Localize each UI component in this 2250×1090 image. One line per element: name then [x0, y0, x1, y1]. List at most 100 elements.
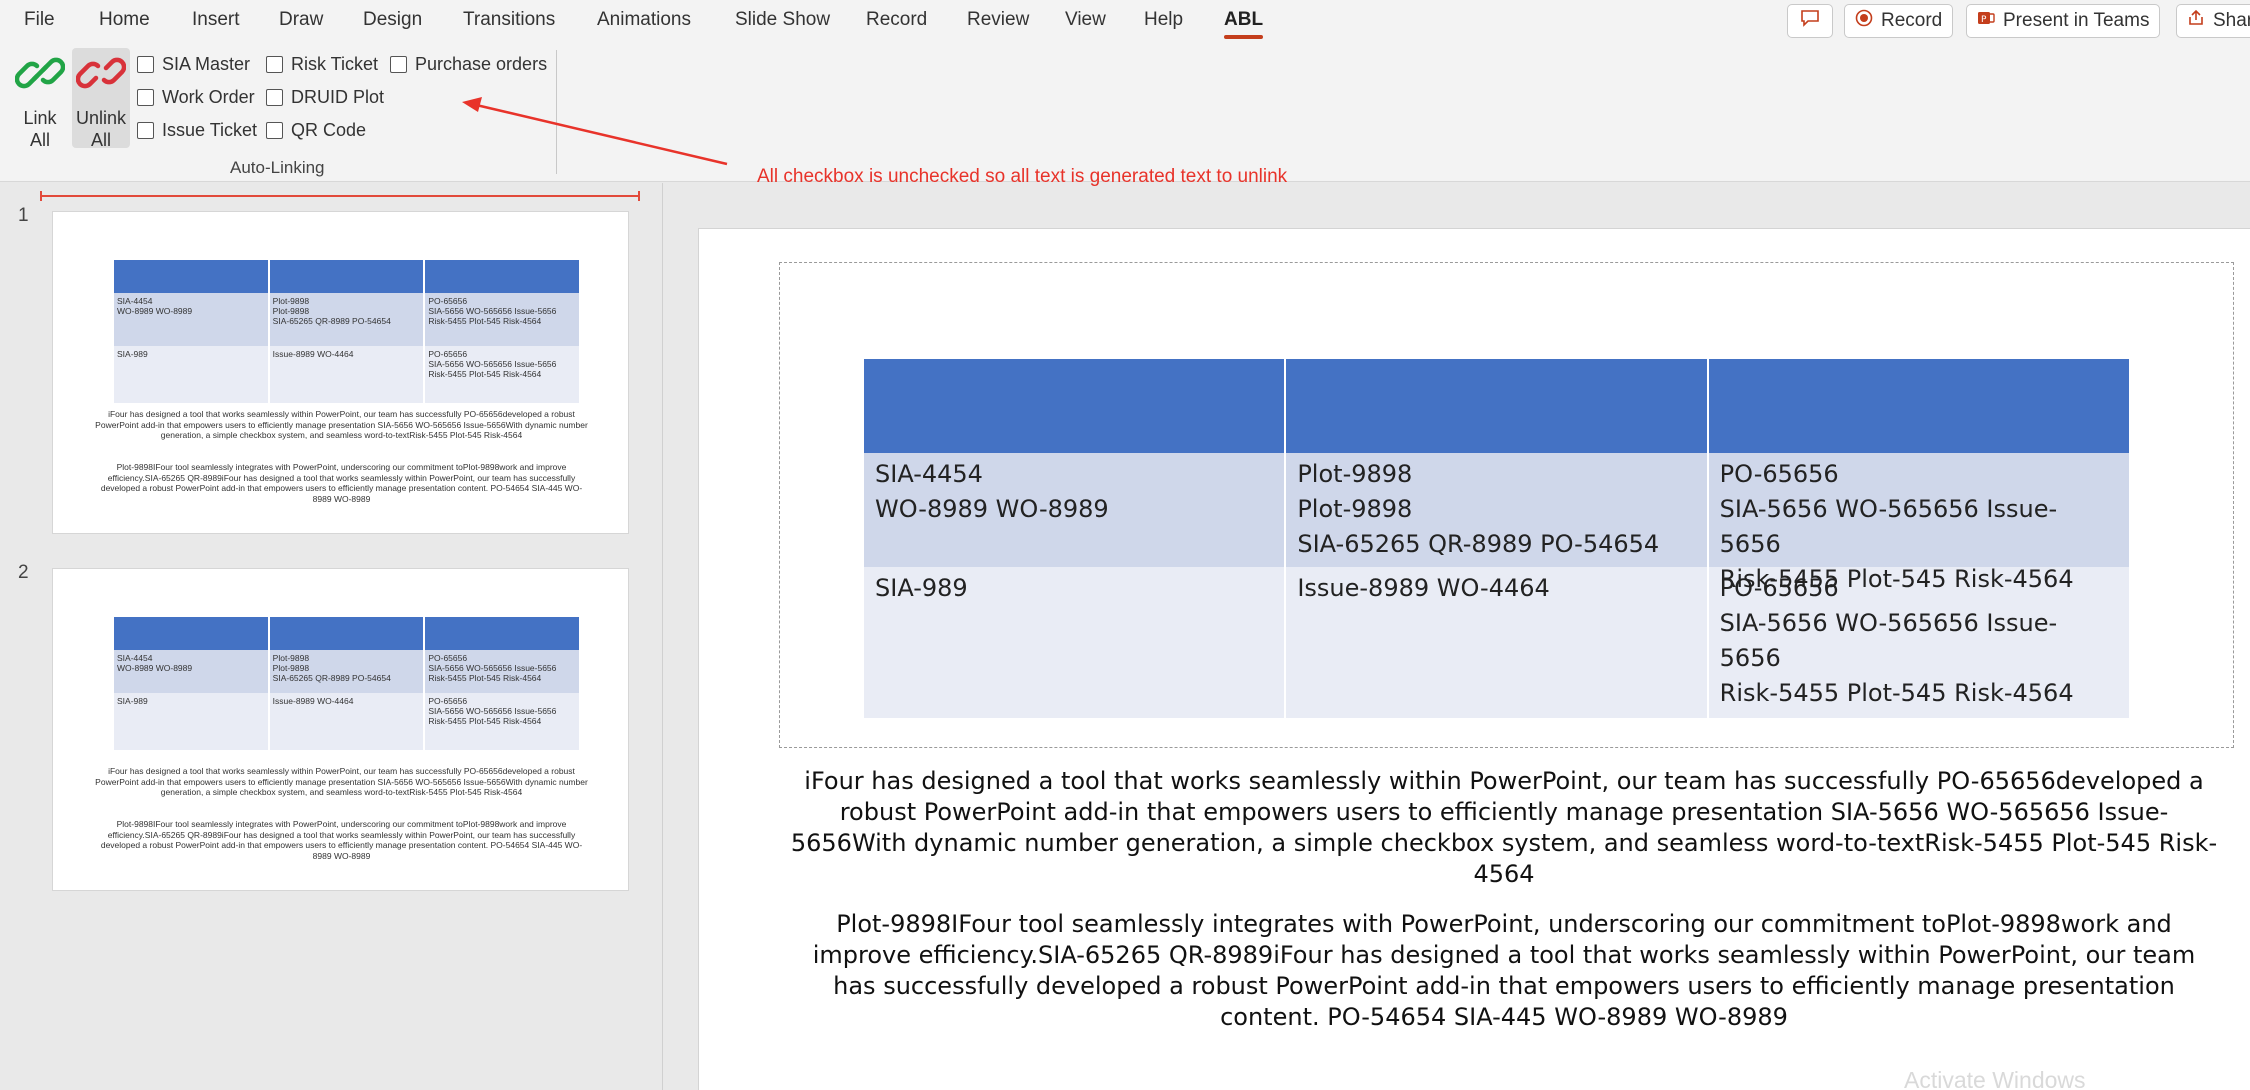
annotation-red-line [40, 191, 640, 201]
slide-table[interactable]: SIA-4454 WO-8989 WO-8989 Plot-9898 Plot-… [864, 359, 2129, 718]
tab-home[interactable]: Home [99, 9, 150, 31]
comments-button[interactable] [1787, 4, 1833, 38]
table-row: SIA-4454 WO-8989 WO-8989 Plot-9898 Plot-… [864, 453, 2129, 593]
checkbox-purchase-orders[interactable]: Purchase orders [390, 54, 547, 75]
tab-record[interactable]: Record [866, 9, 927, 31]
share-icon [2187, 9, 2205, 33]
table-cell[interactable]: Issue-8989 WO-4464 [1286, 567, 1709, 718]
unlink-icon [75, 48, 127, 107]
checkbox-label: SIA Master [162, 54, 251, 74]
thumbnail-table-header [114, 617, 582, 650]
checkbox-box[interactable] [137, 56, 154, 73]
checkbox-box[interactable] [266, 122, 283, 139]
tab-review[interactable]: Review [967, 9, 1029, 31]
share-button[interactable]: Share [2176, 4, 2250, 38]
table-header-row[interactable] [864, 359, 2129, 453]
checkbox-qr-code[interactable]: QR Code [266, 120, 366, 141]
share-label: Share [2213, 10, 2250, 31]
thumbnail-table: SIA-4454 WO-8989 WO-8989 Plot-9898 Plot-… [114, 260, 582, 403]
table-cell[interactable]: PO-65656 SIA-5656 WO-565656 Issue-5656 R… [1709, 453, 2129, 593]
thumbnail-cell: SIA-989 [114, 346, 270, 403]
tab-slide-show[interactable]: Slide Show [735, 9, 830, 31]
checkbox-label: DRUID Plot [291, 87, 385, 107]
tab-help[interactable]: Help [1144, 9, 1183, 31]
slide-thumbnail-pane: 1 SIA-4454 WO-8989 WO-8989 Plot-9898 Plo… [0, 183, 663, 1090]
thumbnail-cell: SIA-4454 WO-8989 WO-8989 [114, 650, 270, 693]
checkbox-work-order[interactable]: Work Order [137, 87, 255, 108]
svg-text:P: P [1981, 15, 1987, 25]
tab-abl[interactable]: ABL [1224, 9, 1264, 39]
table-selection-frame[interactable]: SIA-4454 WO-8989 WO-8989 Plot-9898 Plot-… [779, 262, 2234, 748]
comment-icon [1800, 9, 1820, 33]
thumbnail-table-row: SIA-989 Issue-8989 WO-4464 PO-65656 SIA-… [114, 693, 582, 750]
present-in-teams-button[interactable]: P Present in Teams [1966, 4, 2161, 38]
link-icon [14, 48, 66, 107]
slide-thumbnail-2[interactable]: SIA-4454 WO-8989 WO-8989 Plot-9898 Plot-… [52, 568, 629, 891]
table-row: SIA-989 Issue-8989 WO-4464 PO-65656 SIA-… [864, 567, 2129, 718]
thumbnail-cell: PO-65656 SIA-5656 WO-565656 Issue-5656 R… [425, 650, 582, 693]
checkbox-issue-ticket[interactable]: Issue Ticket [137, 120, 257, 141]
table-cell[interactable]: Plot-9898 Plot-9898 SIA-65265 QR-8989 PO… [1286, 453, 1709, 567]
ribbon: File Home Insert Draw Design Transitions… [0, 0, 2250, 182]
thumbnail-cell: SIA-989 [114, 693, 270, 750]
checkbox-druid-plot[interactable]: DRUID Plot [266, 87, 384, 108]
thumbnail-cell: Plot-9898 Plot-9898 SIA-65265 QR-8989 PO… [270, 650, 426, 693]
checkbox-label: Work Order [162, 87, 255, 107]
group-label-auto-linking: Auto-Linking [230, 158, 325, 177]
thumbnail-table: SIA-4454 WO-8989 WO-8989 Plot-9898 Plot-… [114, 617, 582, 750]
checkbox-box[interactable] [137, 122, 154, 139]
slide-paragraph-1[interactable]: iFour has designed a tool that works sea… [789, 766, 2219, 890]
checkbox-label: Issue Ticket [162, 120, 258, 140]
thumbnail-paragraph: iFour has designed a tool that works sea… [95, 409, 588, 440]
tab-draw[interactable]: Draw [279, 9, 323, 31]
checkbox-risk-ticket[interactable]: Risk Ticket [266, 54, 378, 75]
thumbnail-cell: Plot-9898 Plot-9898 SIA-65265 QR-8989 PO… [270, 293, 426, 346]
thumbnail-table-header [114, 260, 582, 293]
checkbox-label: QR Code [291, 120, 367, 140]
thumbnail-table-row: SIA-4454 WO-8989 WO-8989 Plot-9898 Plot-… [114, 650, 582, 693]
table-cell[interactable]: SIA-4454 WO-8989 WO-8989 [864, 453, 1287, 567]
tab-animations[interactable]: Animations [597, 9, 691, 31]
table-cell[interactable]: PO-65656 SIA-5656 WO-565656 Issue-5656 R… [1709, 567, 2129, 718]
checkbox-box[interactable] [266, 89, 283, 106]
slide-editing-area: SIA-4454 WO-8989 WO-8989 Plot-9898 Plot-… [664, 183, 2250, 1090]
tab-view[interactable]: View [1065, 9, 1106, 31]
record-icon [1855, 9, 1873, 33]
record-label: Record [1881, 10, 1943, 31]
checkbox-box[interactable] [390, 56, 407, 73]
tab-file[interactable]: File [24, 9, 55, 31]
checkbox-sia-master[interactable]: SIA Master [137, 54, 250, 75]
thumbnail-cell: Issue-8989 WO-4464 [270, 346, 426, 403]
slide-thumbnail-1[interactable]: SIA-4454 WO-8989 WO-8989 Plot-9898 Plot-… [52, 211, 629, 534]
annotation-text: All checkbox is unchecked so all text is… [757, 166, 1288, 187]
activate-windows-watermark: Activate Windows [1904, 1067, 2086, 1090]
tab-transitions[interactable]: Transitions [463, 9, 555, 31]
group-separator [556, 50, 557, 174]
thumbnail-paragraph: iFour has designed a tool that works sea… [95, 766, 588, 797]
slide-number-1: 1 [18, 205, 29, 226]
slide-number-2: 2 [18, 562, 29, 583]
header-cell[interactable] [1286, 359, 1709, 453]
link-all-label: Link All [23, 108, 57, 150]
present-label: Present in Teams [2003, 10, 2150, 31]
link-all-button[interactable]: Link All [11, 48, 69, 150]
slide-canvas[interactable]: SIA-4454 WO-8989 WO-8989 Plot-9898 Plot-… [698, 228, 2250, 1090]
thumbnail-cell: PO-65656 SIA-5656 WO-565656 Issue-5656 R… [425, 293, 582, 346]
unlink-all-label: Unlink All [76, 108, 127, 150]
thumbnail-cell: Issue-8989 WO-4464 [270, 693, 426, 750]
thumbnail-table-row: SIA-4454 WO-8989 WO-8989 Plot-9898 Plot-… [114, 293, 582, 346]
teams-icon: P [1977, 9, 1995, 33]
checkbox-box[interactable] [266, 56, 283, 73]
record-button[interactable]: Record [1844, 4, 1954, 38]
header-cell[interactable] [1709, 359, 2129, 453]
thumbnail-paragraph: Plot-9898IFour tool seamlessly integrate… [100, 819, 583, 861]
header-cell[interactable] [864, 359, 1287, 453]
thumbnail-cell: PO-65656 SIA-5656 WO-565656 Issue-5656 R… [425, 693, 582, 750]
thumbnail-cell: PO-65656 SIA-5656 WO-565656 Issue-5656 R… [425, 346, 582, 403]
table-cell[interactable]: SIA-989 [864, 567, 1287, 718]
checkbox-box[interactable] [137, 89, 154, 106]
tab-insert[interactable]: Insert [192, 9, 240, 31]
slide-paragraph-2[interactable]: Plot-9898IFour tool seamlessly integrate… [789, 909, 2219, 1033]
unlink-all-button[interactable]: Unlink All [72, 48, 130, 150]
tab-design[interactable]: Design [363, 9, 422, 31]
